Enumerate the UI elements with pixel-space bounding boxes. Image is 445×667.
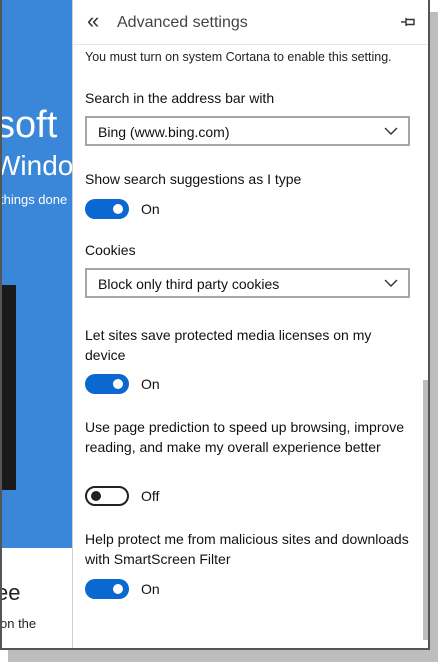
advanced-settings-panel: « Advanced settings You must turn on sys… (72, 0, 430, 650)
background-footer-heading: ee (0, 580, 21, 605)
suggestions-label: Show search suggestions as I type (85, 171, 302, 187)
background-heading: soft (0, 104, 58, 146)
suggestions-toggle[interactable] (85, 199, 129, 219)
suggestions-state: On (141, 201, 160, 217)
toggle-knob (91, 491, 101, 501)
cortana-note: You must turn on system Cortana to enabl… (85, 50, 392, 64)
panel-title: Advanced settings (117, 14, 248, 31)
search-engine-label: Search in the address bar with (85, 90, 275, 106)
background-footer-text: on the (0, 616, 37, 631)
media-licenses-label: Let sites save protected media licenses … (85, 327, 372, 363)
page-prediction-label: Use page prediction to speed up browsing… (85, 419, 405, 455)
smartscreen-toggle[interactable] (85, 579, 129, 599)
panel-header: « Advanced settings (73, 0, 430, 45)
scrollbar[interactable] (423, 380, 430, 640)
search-engine-value: Bing (www.bing.com) (98, 124, 230, 140)
media-licenses-state: On (141, 376, 160, 392)
background-tagline: things done (0, 192, 68, 207)
chevron-down-icon (384, 127, 398, 135)
search-engine-select[interactable]: Bing (www.bing.com) (85, 116, 410, 146)
toggle-knob (113, 204, 123, 214)
smartscreen-label: Help protect me from malicious sites and… (85, 531, 409, 567)
chevron-down-icon (384, 279, 398, 287)
cookies-select[interactable]: Block only third party cookies (85, 268, 410, 298)
background-subheading: Windo (0, 150, 72, 181)
background-page: soft Windo things done ee on the (0, 0, 72, 650)
cookies-label: Cookies (85, 242, 136, 258)
pin-icon[interactable] (399, 13, 417, 31)
page-prediction-state: Off (141, 488, 160, 504)
screenshot-frame: soft Windo things done ee on the « Advan… (0, 0, 430, 650)
media-licenses-toggle[interactable] (85, 374, 129, 394)
toggle-knob (113, 584, 123, 594)
background-dark-strip (0, 285, 16, 490)
page-prediction-toggle[interactable] (85, 486, 129, 506)
toggle-knob (113, 379, 123, 389)
cookies-value: Block only third party cookies (98, 276, 280, 292)
smartscreen-state: On (141, 581, 160, 597)
double-chevron-left-icon[interactable]: « (87, 10, 99, 32)
